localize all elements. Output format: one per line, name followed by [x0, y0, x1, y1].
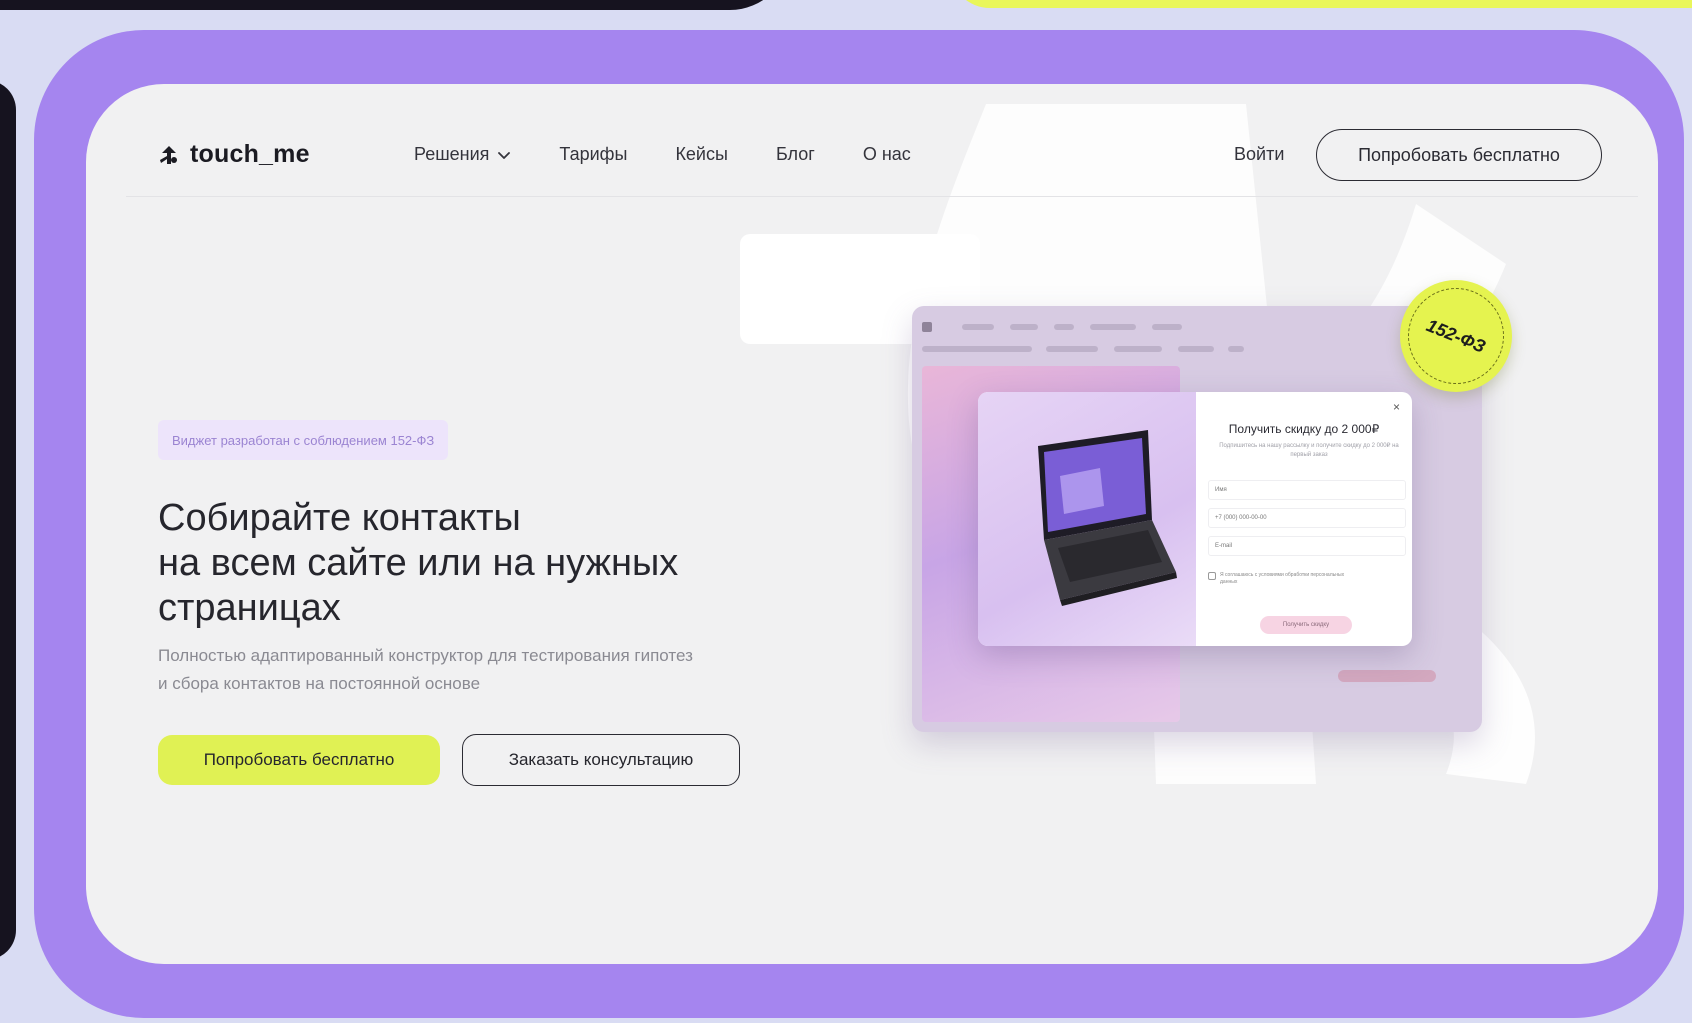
mockup-line [1054, 324, 1074, 330]
compliance-badge: Виджет разработан с соблюдением 152-ФЗ [158, 420, 449, 460]
hero-title-line: на всем сайте или на нужных [158, 542, 679, 584]
mockup-line [1178, 346, 1214, 352]
mockup-line [922, 346, 1032, 352]
mockup-line [1090, 324, 1136, 330]
menu-item-label: Блог [775, 144, 815, 164]
logo[interactable]: touch_me [158, 140, 310, 169]
laptop-image [1038, 430, 1177, 606]
phone-field[interactable]: +7 (000) 000-00-00 [1208, 508, 1406, 528]
try-free-header-button[interactable]: Попробовать бесплатно [1316, 129, 1602, 181]
menu-item-label: Тарифы [559, 144, 628, 164]
get-discount-button[interactable]: Получить скидку [1260, 616, 1352, 634]
consent-label: Я соглашаюсь с условиями обработки персо… [1220, 572, 1345, 585]
menu-item-label: О нас [862, 144, 911, 164]
compliance-stamp: 152-ФЗ [1400, 280, 1512, 392]
mockup-line [1010, 324, 1038, 330]
order-consultation-button[interactable]: Заказать консультацию [462, 734, 740, 786]
hero-title: Собирайте контакты на всем сайте или на … [158, 496, 778, 631]
chevron-down-icon [498, 151, 511, 159]
name-field[interactable]: Имя [1208, 480, 1406, 500]
login-link[interactable]: Войти [1234, 144, 1284, 165]
top-lime-strip [950, 0, 1692, 8]
mockup-line [1228, 346, 1244, 352]
menu-item-solutions[interactable]: Решения [414, 144, 511, 165]
logo-pin-icon [160, 145, 177, 164]
mockup-line [922, 322, 932, 332]
hero-title-line: страницах [158, 587, 341, 629]
popup-title: Получить скидку до 2 000₽ [1228, 422, 1380, 436]
mockup-line [1114, 346, 1162, 352]
consent-checkbox-row[interactable]: Я соглашаюсь с условиями обработки персо… [1208, 572, 1350, 586]
popup-description: Подпишитесь на нашу рассылку и получите … [1219, 443, 1399, 458]
hero-subtitle-line: Полностью адаптированный конструктор для… [158, 646, 693, 665]
mockup-button [1338, 670, 1436, 682]
menu-item-about[interactable]: О нас [863, 144, 911, 165]
left-dark-strip [0, 80, 16, 960]
menu-item-pricing[interactable]: Тарифы [559, 144, 627, 165]
menu-item-blog[interactable]: Блог [776, 144, 815, 165]
brand-name: touch_me [190, 140, 310, 168]
menu-item-cases[interactable]: Кейсы [675, 144, 728, 165]
lead-popup-widget: × Получить скидку до 2 000₽ Подпишитесь … [978, 392, 1412, 646]
email-field[interactable]: E-mail [1208, 536, 1406, 556]
close-icon[interactable]: × [1393, 400, 1400, 414]
popup-image-area [978, 392, 1196, 646]
mockup-line [1046, 346, 1098, 352]
try-free-button[interactable]: Попробовать бесплатно [158, 735, 440, 785]
hero-title-line: Собирайте контакты [158, 497, 521, 539]
main-menu: Решения Тарифы Кейсы Блог О нас [414, 144, 911, 165]
top-dark-strip [0, 0, 790, 10]
mockup-line [962, 324, 994, 330]
nav-divider [126, 196, 1638, 197]
mockup-navbar [922, 318, 1472, 362]
hero-subtitle-line: и сбора контактов на постоянной основе [158, 674, 481, 693]
menu-item-label: Решения [414, 144, 490, 164]
menu-item-label: Кейсы [675, 144, 728, 164]
top-navigation: touch_me Решения Тарифы Кейсы Блог О нас [86, 84, 1658, 196]
consent-checkbox[interactable] [1208, 572, 1216, 580]
mockup-line [1152, 324, 1182, 330]
hero-subtitle: Полностью адаптированный конструктор для… [158, 642, 818, 698]
